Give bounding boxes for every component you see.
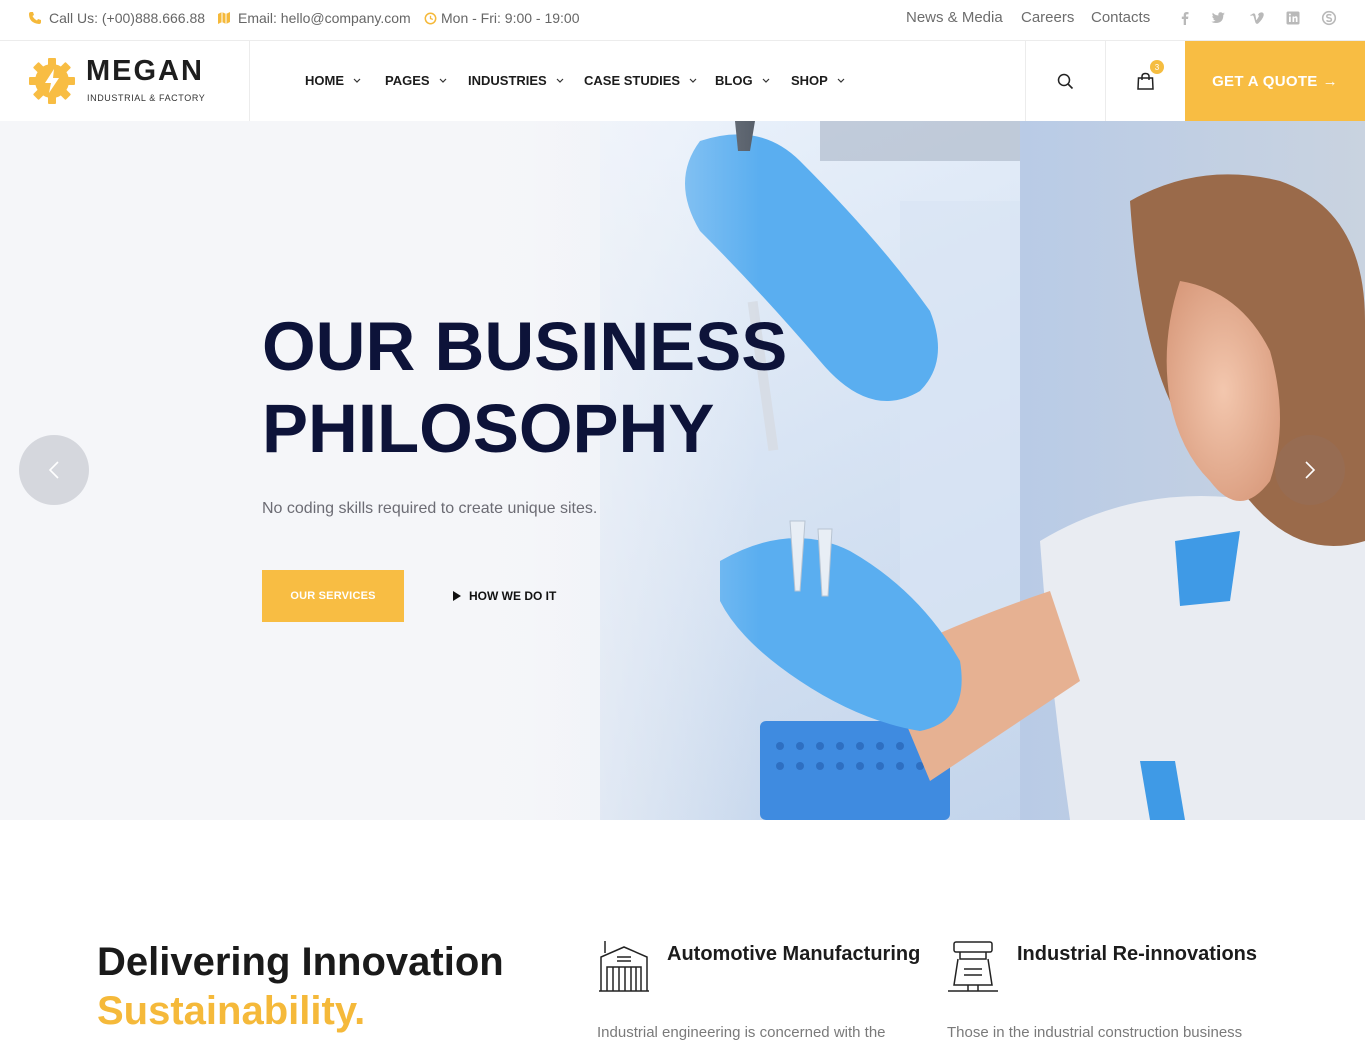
get-a-quote-button[interactable]: GET A QUOTE → [1185, 41, 1365, 121]
chevron-down-icon [689, 78, 697, 83]
how-we-do-it-label: HOW WE DO IT [469, 589, 557, 603]
nav-industries[interactable]: INDUSTRIES [468, 73, 564, 88]
nav-shop[interactable]: SHOP [791, 73, 845, 88]
nav-blog-label: BLOG [715, 73, 753, 88]
chevron-right-icon [1305, 461, 1316, 479]
nav-case-studies-label: CASE STUDIES [584, 73, 681, 88]
nav-industries-label: INDUSTRIES [468, 73, 547, 88]
hero-title-line1: OUR BUSINESS [262, 308, 788, 385]
chevron-down-icon [556, 78, 564, 83]
our-services-button[interactable]: OUR SERVICES [262, 570, 404, 622]
industrial-machine-icon [948, 941, 998, 992]
vimeo-icon[interactable] [1249, 10, 1265, 26]
feature-title-reinnovations: Industrial Re-innovations [1017, 943, 1258, 965]
cart-count-badge: 3 [1150, 60, 1164, 74]
careers-link[interactable]: Careers [1021, 9, 1074, 26]
twitter-icon[interactable] [1210, 10, 1226, 26]
contact-phone[interactable]: Call Us: (+00)888.666.88 [28, 0, 205, 36]
cart-button[interactable]: 3 [1105, 41, 1185, 121]
nav-shop-label: SHOP [791, 73, 828, 88]
chevron-left-icon [48, 461, 59, 479]
logo-tagline: INDUSTRIAL & FACTORY [87, 93, 206, 103]
main-header: MEGAN INDUSTRIAL & FACTORY HOME PAGES IN… [0, 41, 1365, 121]
hero-subtitle: No coding skills required to create uniq… [262, 500, 598, 517]
email-text: Email: hello@company.com [238, 10, 411, 26]
nav-case-studies[interactable]: CASE STUDIES [584, 73, 697, 88]
section-title: Delivering Innovation Sustainability. [97, 938, 504, 1036]
logo-name: MEGAN [86, 55, 204, 87]
news-media-link[interactable]: News & Media [906, 9, 1003, 26]
section-title-main: Delivering Innovation [97, 940, 504, 984]
gear-bolt-logo-icon [29, 58, 75, 104]
hero-title-line2: PHILOSOPHY [262, 390, 715, 467]
phone-text: Call Us: (+00)888.666.88 [49, 10, 206, 26]
hero-slider: OUR BUSINESS PHILOSOPHY No coding skills… [0, 121, 1365, 820]
factory-building-icon [599, 941, 649, 992]
nav-home[interactable]: HOME [305, 73, 361, 88]
facebook-icon[interactable] [1177, 10, 1193, 26]
contacts-link[interactable]: Contacts [1091, 9, 1150, 26]
shopping-bag-icon [1137, 72, 1154, 90]
feature-text-reinnovations: Those in the industrial construction bus… [947, 1024, 1243, 1041]
slider-prev-button[interactable] [19, 435, 89, 505]
chevron-down-icon [837, 78, 845, 83]
quote-label: GET A QUOTE [1212, 72, 1318, 90]
contact-email[interactable]: Email: hello@company.com [217, 0, 411, 36]
feature-title-automotive: Automotive Manufacturing [667, 943, 921, 965]
contact-hours: Mon - Fri: 9:00 - 19:00 [424, 0, 580, 36]
feature-text-automotive: Industrial engineering is concerned with… [597, 1024, 886, 1041]
logo[interactable]: MEGAN INDUSTRIAL & FACTORY [0, 41, 250, 121]
search-icon [1057, 73, 1074, 89]
nav-pages-label: PAGES [385, 73, 430, 88]
hero-overlay [0, 121, 760, 820]
play-icon [453, 591, 461, 601]
hours-text: Mon - Fri: 9:00 - 19:00 [441, 10, 580, 26]
arrow-right-icon: → [1322, 72, 1338, 90]
nav-blog[interactable]: BLOG [715, 73, 770, 88]
search-button[interactable] [1025, 41, 1105, 121]
top-bar: Call Us: (+00)888.666.88 Email: hello@co… [0, 0, 1365, 41]
chevron-down-icon [439, 78, 446, 83]
how-we-do-it-button[interactable]: HOW WE DO IT [453, 589, 556, 603]
clock-icon [424, 12, 437, 24]
linkedin-icon[interactable] [1285, 10, 1301, 26]
nav-home-label: HOME [305, 73, 344, 88]
section-title-highlight: Sustainability. [97, 989, 366, 1033]
chevron-down-icon [762, 78, 769, 83]
skype-icon[interactable] [1321, 10, 1337, 26]
map-icon [218, 12, 230, 24]
phone-icon [29, 12, 41, 24]
slider-next-button[interactable] [1275, 435, 1345, 505]
chevron-down-icon [353, 78, 361, 83]
nav-pages[interactable]: PAGES [385, 73, 447, 88]
hero-title: OUR BUSINESS PHILOSOPHY [262, 306, 862, 470]
